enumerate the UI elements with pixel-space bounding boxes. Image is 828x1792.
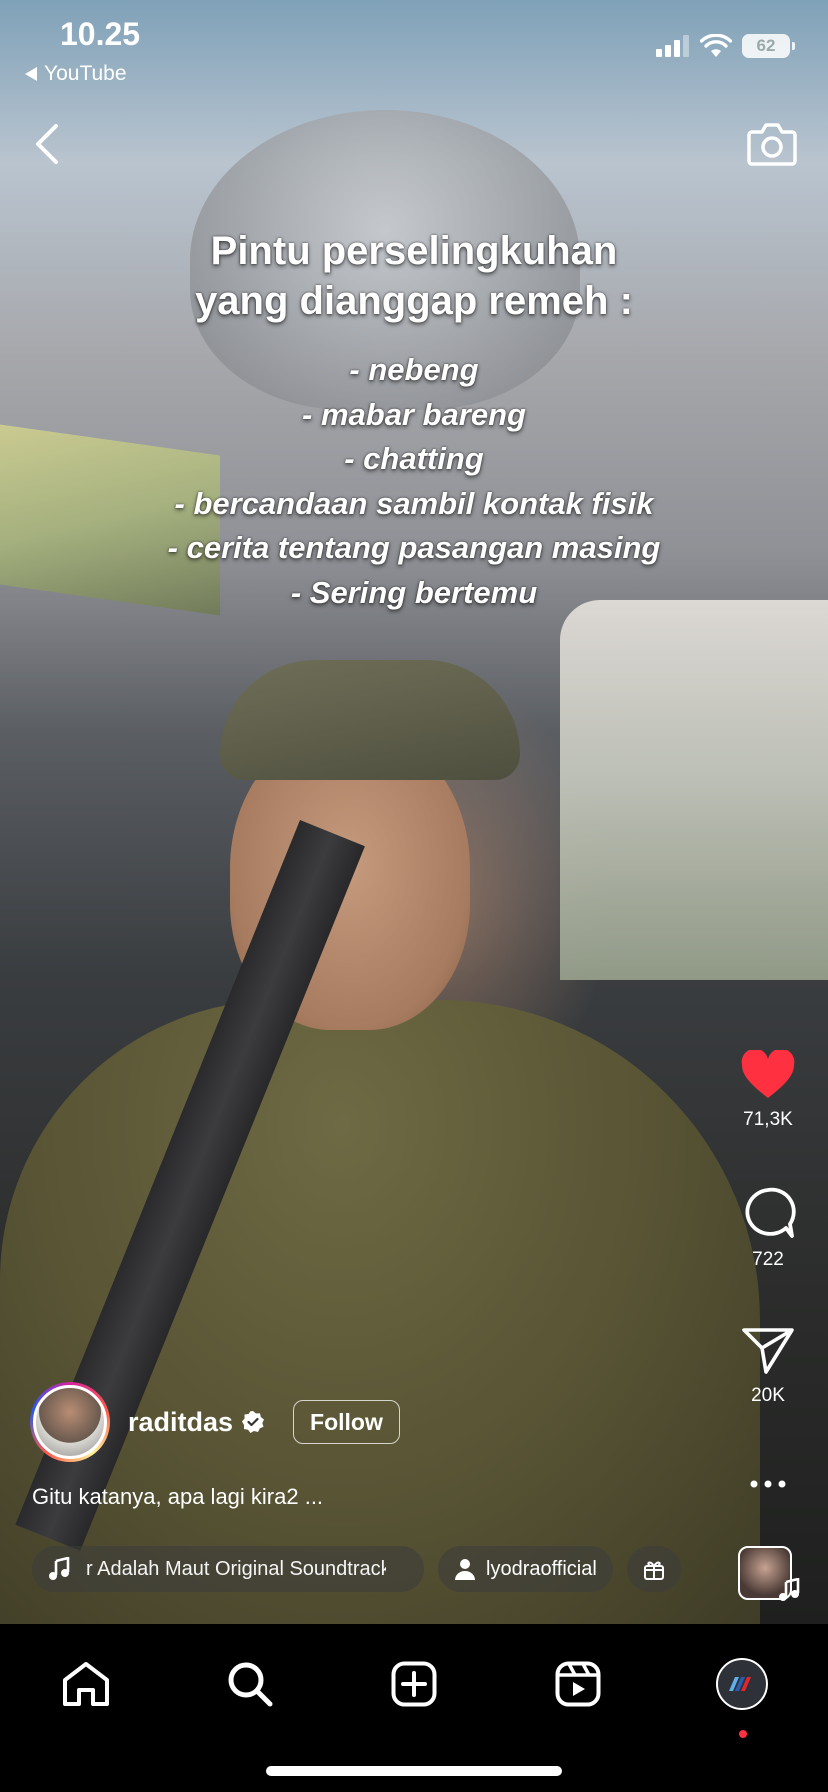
profile-avatar-icon[interactable] <box>716 1658 768 1710</box>
more-icon[interactable] <box>748 1479 788 1489</box>
bottom-nav <box>0 1624 828 1792</box>
status-bar: 10.25 YouTube 62 <box>0 0 828 96</box>
nav-create[interactable] <box>382 1652 446 1716</box>
comment-count: 722 <box>752 1249 784 1270</box>
chevron-left-icon[interactable] <box>28 122 68 166</box>
back-app-label: YouTube <box>44 62 127 85</box>
nav-profile[interactable] <box>710 1652 774 1716</box>
back-to-app[interactable]: YouTube <box>24 62 127 86</box>
avatar[interactable] <box>33 1385 107 1459</box>
more-action[interactable] <box>708 1476 828 1494</box>
brand-stripes-icon <box>729 1677 751 1691</box>
back-triangle-icon <box>25 67 37 81</box>
camera-icon[interactable] <box>746 118 798 168</box>
person-icon <box>455 1559 475 1580</box>
music-note-icon <box>779 1578 800 1601</box>
gift-icon <box>643 1561 664 1580</box>
overlay-list: - nebeng - mabar bareng - chatting - ber… <box>0 348 828 615</box>
overlay-title-line: Pintu perselingkuhan <box>210 229 618 273</box>
chips-row: r Adalah Maut Original Soundtrack lyodra… <box>32 1546 681 1592</box>
send-icon[interactable] <box>740 1326 796 1376</box>
share-count: 20K <box>751 1385 785 1406</box>
overlay-list-item: - Sering bertemu <box>290 574 538 610</box>
add-post-icon[interactable] <box>391 1661 437 1707</box>
overlay-title: Pintu perselingkuhan yang dianggap remeh… <box>0 226 828 326</box>
nav-reels[interactable] <box>546 1652 610 1716</box>
follow-button[interactable]: Follow <box>293 1400 400 1444</box>
wifi-icon <box>700 34 732 57</box>
verified-badge-icon <box>242 1411 265 1433</box>
overlay-list-item: - chatting <box>344 441 484 476</box>
gift-chip[interactable] <box>626 1546 681 1592</box>
notification-dot <box>739 1730 747 1738</box>
battery-indicator: 62 <box>742 34 795 58</box>
like-count: 71,3K <box>743 1109 793 1130</box>
comment-icon[interactable] <box>740 1186 796 1240</box>
home-icon[interactable] <box>61 1660 111 1708</box>
overlay-list-item: - cerita tentang pasangan masing <box>167 530 661 565</box>
heart-icon[interactable] <box>740 1048 796 1100</box>
home-indicator <box>266 1766 562 1776</box>
audio-chip[interactable]: r Adalah Maut Original Soundtrack <box>32 1546 424 1592</box>
overlay-list-item: - nebeng <box>349 352 479 387</box>
music-note-icon <box>49 1557 70 1580</box>
author-row: raditdas Follow <box>30 1382 400 1462</box>
post-caption[interactable]: Gitu katanya, apa lagi kira2 ... <box>32 1484 323 1510</box>
status-time: 10.25 <box>60 16 141 52</box>
nav-search[interactable] <box>218 1652 282 1716</box>
share-action[interactable]: 20K <box>708 1326 828 1407</box>
search-icon[interactable] <box>226 1660 274 1708</box>
overlay-list-item: - bercandaan sambil kontak fisik <box>174 485 654 521</box>
tagged-user-chip[interactable]: lyodraofficial <box>438 1546 613 1592</box>
overlay-title-line: yang dianggap remeh : <box>195 279 633 323</box>
comment-action[interactable]: 722 <box>708 1186 828 1271</box>
overlay-list-item: - mabar bareng <box>302 396 526 432</box>
side-window <box>560 600 828 980</box>
like-action[interactable]: 71,3K <box>708 1048 828 1131</box>
person-cap <box>220 660 520 780</box>
nav-home[interactable] <box>54 1652 118 1716</box>
audio-title: r Adalah Maut Original Soundtrack <box>86 1557 386 1580</box>
reels-icon[interactable] <box>555 1661 601 1707</box>
tagged-username: lyodraofficial <box>486 1557 597 1580</box>
author-username[interactable]: raditdas <box>128 1407 233 1438</box>
status-icons: 62 <box>656 34 795 58</box>
author-avatar-ring[interactable] <box>30 1382 110 1462</box>
signal-icon <box>656 35 689 57</box>
